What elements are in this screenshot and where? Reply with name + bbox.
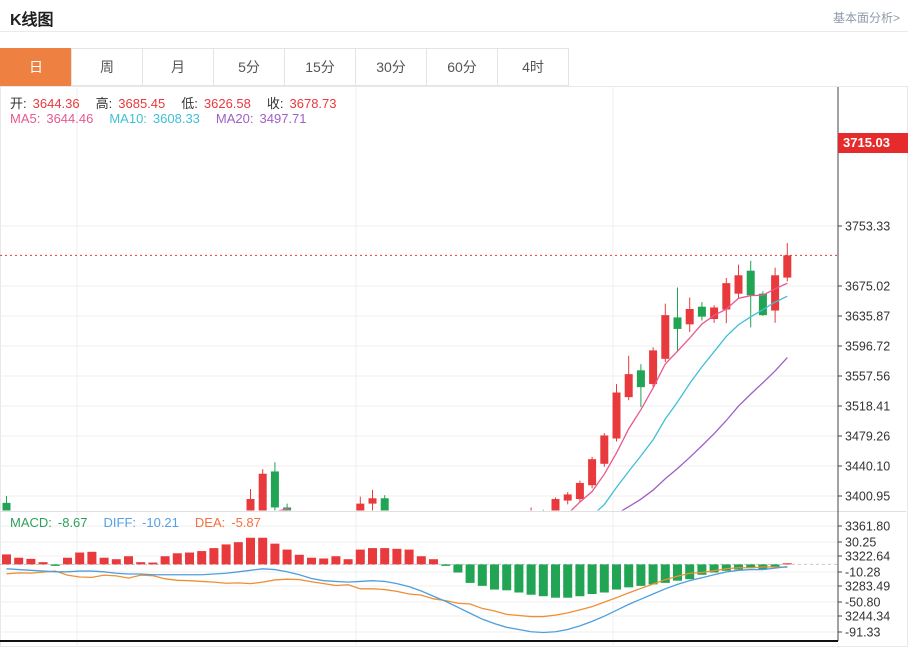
svg-text:3283.49: 3283.49: [845, 580, 890, 594]
ohlc-low-value: 3626.58: [204, 96, 251, 111]
ma-ma20-label: MA20:: [216, 111, 254, 126]
macd-macd-value: -8.67: [58, 515, 88, 530]
ohlc-open-value: 3644.36: [33, 96, 80, 111]
macd-diff-label: DIFF:: [104, 515, 137, 530]
ma-ma10-value: 3608.33: [153, 111, 200, 126]
svg-text:30.25: 30.25: [845, 536, 876, 550]
macd-lines: [7, 567, 788, 633]
svg-text:3557.56: 3557.56: [845, 370, 890, 384]
macd-readout: MACD: -8.67 DIFF: -10.21 DEA: -5.87: [10, 515, 277, 530]
ma-ma20-value: 3497.71: [260, 111, 307, 126]
svg-text:3322.64: 3322.64: [845, 550, 890, 564]
ma-ma10-label: MA10:: [109, 111, 147, 126]
svg-text:-91.33: -91.33: [845, 625, 880, 639]
svg-text:3361.80: 3361.80: [845, 519, 890, 533]
diff-line: [7, 567, 788, 633]
ma-readout: MA5: 3644.46 MA10: 3608.33 MA20: 3497.71: [10, 111, 323, 126]
svg-text:3440.10: 3440.10: [845, 460, 890, 474]
svg-text:-10.28: -10.28: [845, 566, 880, 580]
ohlc-close-value: 3678.73: [290, 96, 337, 111]
gridlines: [0, 87, 906, 645]
svg-text:3518.41: 3518.41: [845, 400, 890, 414]
axis-tick-labels: 3753.33 3675.02 3635.87 3596.72 3557.56 3518.…: [838, 220, 890, 640]
macd-dea-value: -5.87: [231, 515, 261, 530]
svg-text:3675.02: 3675.02: [845, 280, 890, 294]
svg-text:3479.26: 3479.26: [845, 429, 890, 443]
macd-dea-label: DEA:: [195, 515, 225, 530]
dea-line: [7, 567, 788, 617]
svg-text:3400.95: 3400.95: [845, 490, 890, 504]
svg-text:3635.87: 3635.87: [845, 310, 890, 324]
svg-text:-50.80: -50.80: [845, 595, 880, 609]
ohlc-open-label: 开:: [10, 96, 27, 111]
macd-histogram: [2, 538, 792, 598]
ma-ma5-label: MA5:: [10, 111, 40, 126]
svg-text:3596.72: 3596.72: [845, 339, 890, 353]
ohlc-high-label: 高:: [96, 96, 113, 111]
ma-ma5-value: 3644.46: [46, 111, 93, 126]
ohlc-close-label: 收:: [267, 96, 284, 111]
macd-diff-value: -10.21: [142, 515, 179, 530]
ohlc-low-label: 低:: [181, 96, 198, 111]
macd-macd-label: MACD:: [10, 515, 52, 530]
current-price-tag: 3715.03: [838, 133, 908, 153]
svg-text:3753.33: 3753.33: [845, 220, 890, 234]
ohlc-high-value: 3685.45: [118, 96, 165, 111]
ohlc-readout: 开: 3644.36 高: 3685.45 低: 3626.58 收: 3678.73: [10, 93, 353, 112]
svg-text:3244.34: 3244.34: [845, 610, 890, 624]
